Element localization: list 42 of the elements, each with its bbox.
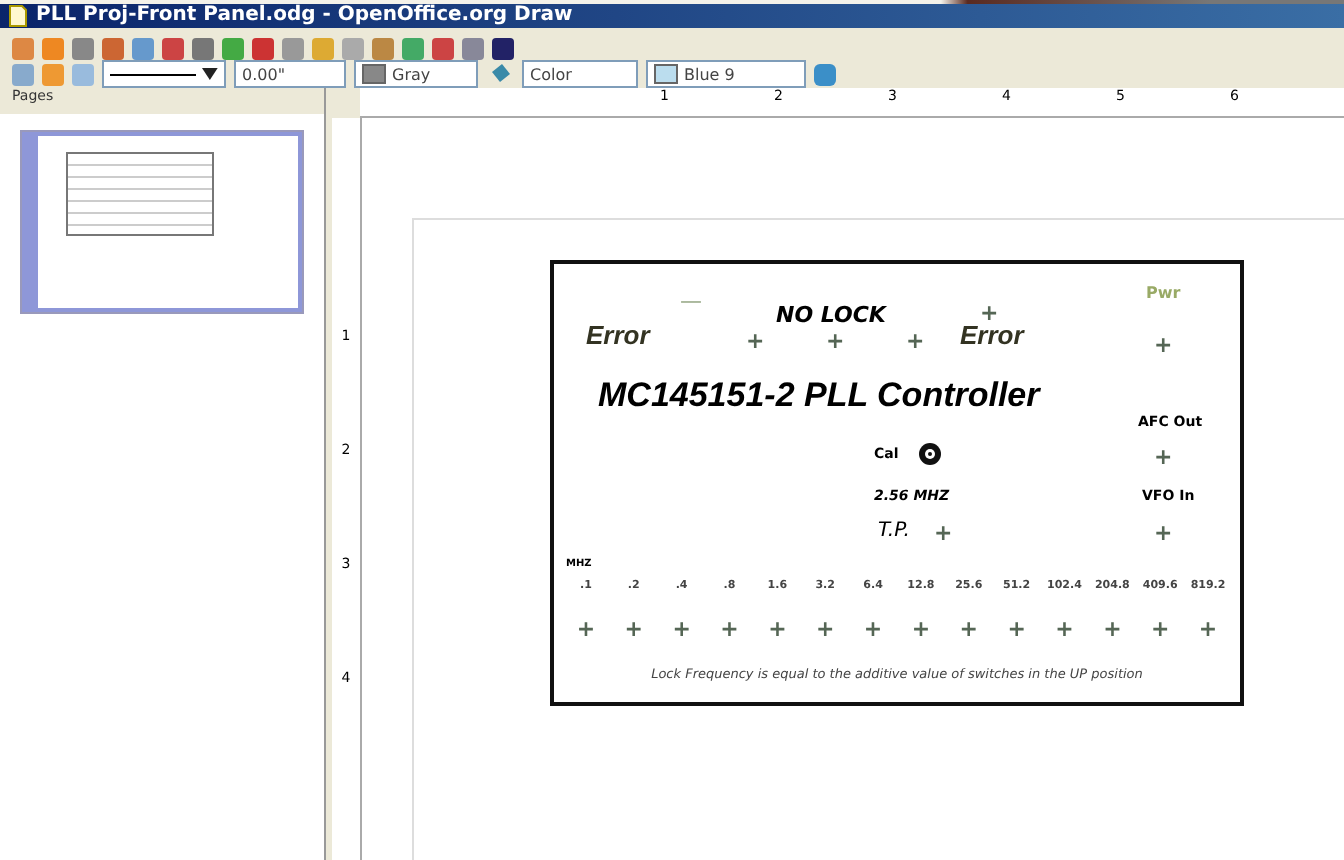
toolbar-icon[interactable] bbox=[252, 38, 274, 60]
line-width-field[interactable]: 0.00" bbox=[234, 60, 346, 88]
plus-mark: + bbox=[1055, 616, 1074, 642]
plus-mark: + bbox=[1150, 616, 1170, 642]
jack-icon bbox=[918, 442, 942, 466]
plus-mark: + bbox=[1007, 616, 1026, 642]
minus-mark: — bbox=[680, 288, 702, 314]
plus-mark: + bbox=[768, 616, 787, 642]
toolbar-icon[interactable] bbox=[492, 38, 514, 60]
plus-mark: + bbox=[980, 300, 999, 326]
plus-mark: + bbox=[959, 616, 978, 642]
page-thumbnail[interactable] bbox=[20, 130, 304, 314]
window-title: PLL Proj-Front Panel.odg - OpenOffice.org Draw bbox=[36, 4, 573, 26]
shadow-icon[interactable] bbox=[814, 63, 836, 85]
plus-mark: + bbox=[1154, 520, 1173, 546]
document-icon bbox=[8, 3, 28, 27]
area-style-dropdown[interactable]: Color bbox=[522, 60, 638, 88]
caret-icon bbox=[202, 68, 218, 80]
plus-mark: + bbox=[815, 616, 835, 642]
drawing-title: MC145151-2 PLL Controller bbox=[598, 376, 1040, 416]
area-fill-dropdown[interactable]: Blue 9 bbox=[646, 60, 806, 88]
label: Error bbox=[586, 320, 650, 350]
plus-mark: + bbox=[1198, 616, 1218, 642]
line-color-dropdown[interactable]: Gray bbox=[354, 60, 478, 88]
plus-mark: + bbox=[1154, 444, 1173, 470]
plus-mark: + bbox=[576, 616, 596, 642]
plus-mark: + bbox=[906, 328, 925, 354]
plus-mark: + bbox=[826, 328, 845, 354]
plus-mark: + bbox=[863, 616, 883, 642]
plus-mark: + bbox=[934, 520, 953, 546]
plus-mark: + bbox=[1154, 332, 1173, 358]
plus-mark: + bbox=[911, 616, 931, 642]
label: Pwr bbox=[1146, 284, 1181, 302]
line-style-dropdown[interactable] bbox=[102, 60, 226, 88]
plus-mark: + bbox=[746, 328, 765, 354]
plus-mark: + bbox=[1103, 616, 1122, 642]
label: NO LOCK bbox=[776, 300, 886, 330]
plus-mark: + bbox=[720, 616, 739, 642]
plus-mark: + bbox=[672, 616, 691, 642]
plus-mark: + bbox=[624, 616, 643, 642]
label: Error bbox=[960, 320, 1024, 350]
label: T.P. bbox=[878, 520, 910, 542]
